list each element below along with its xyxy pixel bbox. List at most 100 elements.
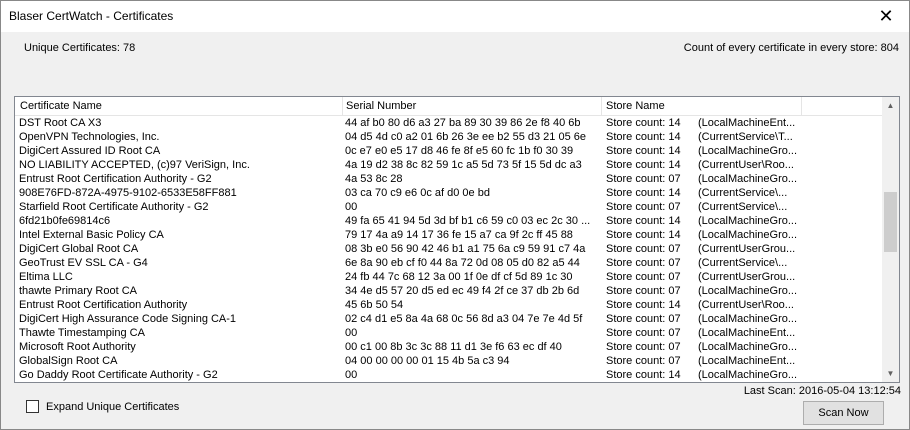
cell-serial-number: 00 <box>345 327 358 339</box>
cell-store-name: (LocalMachineGro... <box>698 215 798 227</box>
column-header-extra[interactable] <box>801 97 882 115</box>
cell-store-name: (CurrentUserGrou... <box>698 271 796 283</box>
cell-certificate-name: Entrust Root Certification Authority - G… <box>19 173 212 185</box>
scroll-down-icon[interactable]: ▼ <box>882 365 899 382</box>
column-header-certificate-name[interactable]: Certificate Name <box>15 97 343 115</box>
expand-unique-checkbox[interactable] <box>26 400 39 413</box>
cell-serial-number: 79 17 4a a9 14 17 36 fe 15 a7 ca 9f 2c f… <box>345 229 573 241</box>
cell-certificate-name: DigiCert High Assurance Code Signing CA-… <box>19 313 237 325</box>
cell-certificate-name: 6fd21b0fe69814c6 <box>19 215 111 227</box>
cell-serial-number: 04 00 00 00 00 01 15 4b 5a c3 94 <box>345 355 510 367</box>
cell-certificate-name: Eltima LLC <box>19 271 73 283</box>
last-scan-status: Last Scan: 2016-05-04 13:12:54 <box>743 385 901 397</box>
cell-serial-number: 00 <box>345 201 358 213</box>
cell-store-name: (CurrentUser\Roo... <box>698 299 794 311</box>
title-bar: Blaser CertWatch - Certificates ✕ <box>1 1 909 32</box>
cell-serial-number: 02 c4 d1 e5 8a 4a 68 0c 56 8d a3 04 7e 7… <box>345 313 583 325</box>
cell-store-count: Store count: 07 <box>606 355 681 367</box>
table-body: DST Root CA X3 44 af b0 80 d6 a3 27 ba 89… <box>15 116 882 382</box>
cell-certificate-name: GeoTrust EV SSL CA - G4 <box>19 257 148 269</box>
cell-store-count: Store count: 07 <box>606 173 681 185</box>
cell-store-name: (LocalMachineEnt... <box>698 327 796 339</box>
close-button[interactable]: ✕ <box>863 1 909 32</box>
cell-serial-number: 6e 8a 90 eb cf f0 44 8a 72 0d 08 05 d0 8… <box>345 257 580 269</box>
cell-store-count: Store count: 07 <box>606 313 681 325</box>
table-row[interactable]: 908E76FD-872A-4975-9102-6533E58FF881 03 c… <box>15 186 882 200</box>
cell-certificate-name: 908E76FD-872A-4975-9102-6533E58FF881 <box>19 187 237 199</box>
cell-store-count: Store count: 14 <box>606 299 681 311</box>
table-row[interactable]: Entrust Root Certification Authority - G… <box>15 172 882 186</box>
main-window: Blaser CertWatch - Certificates ✕ Unique… <box>0 0 910 430</box>
table-row[interactable]: Entrust Root Certification Authority 45 6… <box>15 298 882 312</box>
table-row[interactable]: Intel External Basic Policy CA 79 17 4a a… <box>15 228 882 242</box>
table-row[interactable]: Eltima LLC 24 fb 44 7c 68 12 3a 00 1f 0e … <box>15 270 882 284</box>
cell-serial-number: 00 c1 00 8b 3c 3c 88 11 d1 3e f6 63 ec d… <box>345 341 562 353</box>
table-row[interactable]: Thawte Timestamping CA 00 Store count: 07 (… <box>15 326 882 340</box>
cell-certificate-name: Microsoft Root Authority <box>19 341 136 353</box>
cell-store-name: (LocalMachineGro... <box>698 369 798 381</box>
cell-store-name: (CurrentService\... <box>698 187 788 199</box>
cell-store-name: (CurrentService\T... <box>698 131 793 143</box>
cell-store-name: (LocalMachineGro... <box>698 229 798 241</box>
cell-certificate-name: Entrust Root Certification Authority <box>19 299 188 311</box>
cell-certificate-name: OpenVPN Technologies, Inc. <box>19 131 160 143</box>
cell-certificate-name: NO LIABILITY ACCEPTED, (c)97 VeriSign, I… <box>19 159 250 171</box>
cell-serial-number: 00 <box>345 369 358 381</box>
cell-store-name: (CurrentService\... <box>698 201 788 213</box>
table-row[interactable]: Starfield Root Certificate Authority - G… <box>15 200 882 214</box>
cell-serial-number: 0c e7 e0 e5 17 d8 46 fe 8f e5 60 fc 1b f… <box>345 145 574 157</box>
cell-serial-number: 4a 19 d2 38 8c 82 59 1c a5 5d 73 5f 15 5… <box>345 159 582 171</box>
expand-unique-option[interactable]: Expand Unique Certificates <box>26 400 179 413</box>
cell-store-count: Store count: 07 <box>606 327 681 339</box>
cell-store-name: (LocalMachineEnt... <box>698 117 796 129</box>
cell-certificate-name: Starfield Root Certificate Authority - G… <box>19 201 209 213</box>
cell-serial-number: 03 ca 70 c9 e6 0c af d0 0e bd <box>345 187 490 199</box>
cell-store-count: Store count: 14 <box>606 187 681 199</box>
cell-certificate-name: GlobalSign Root CA <box>19 355 118 367</box>
cell-serial-number: 44 af b0 80 d6 a3 27 ba 89 30 39 86 2e f… <box>345 117 581 129</box>
table-row[interactable]: 6fd21b0fe69814c6 49 fa 65 41 94 5d 3d bf … <box>15 214 882 228</box>
cell-store-count: Store count: 07 <box>606 271 681 283</box>
cell-serial-number: 24 fb 44 7c 68 12 3a 00 1f 0e df cf 5d 8… <box>345 271 573 283</box>
unique-certificates-count: Unique Certificates: 78 <box>24 42 136 54</box>
cell-certificate-name: DigiCert Assured ID Root CA <box>19 145 161 157</box>
table-row[interactable]: GlobalSign Root CA 04 00 00 00 00 01 15 4… <box>15 354 882 368</box>
cell-certificate-name: thawte Primary Root CA <box>19 285 137 297</box>
table-row[interactable]: NO LIABILITY ACCEPTED, (c)97 VeriSign, I… <box>15 158 882 172</box>
cell-store-count: Store count: 07 <box>606 341 681 353</box>
cell-certificate-name: Intel External Basic Policy CA <box>19 229 164 241</box>
table-row[interactable]: DigiCert Global Root CA 08 3b e0 56 90 42… <box>15 242 882 256</box>
cell-store-name: (LocalMachineEnt... <box>698 355 796 367</box>
expand-unique-label[interactable]: Expand Unique Certificates <box>46 401 179 413</box>
cell-serial-number: 34 4e d5 57 20 d5 ed ec 49 f4 2f ce 37 d… <box>345 285 580 297</box>
table-row[interactable]: DigiCert High Assurance Code Signing CA-… <box>15 312 882 326</box>
column-header-store-name[interactable]: Store Name <box>601 97 802 115</box>
vertical-scrollbar[interactable]: ▲ ▼ <box>882 97 899 382</box>
cell-serial-number: 49 fa 65 41 94 5d 3d bf b1 c6 59 c0 03 e… <box>345 215 591 227</box>
cell-serial-number: 08 3b e0 56 90 42 46 b1 a1 75 6a c9 59 9… <box>345 243 586 255</box>
table-row[interactable]: Go Daddy Root Certificate Authority - G2… <box>15 368 882 382</box>
table-row[interactable]: thawte Primary Root CA 34 4e d5 57 20 d5 … <box>15 284 882 298</box>
cell-store-count: Store count: 14 <box>606 215 681 227</box>
column-header-serial-number[interactable]: Serial Number <box>341 97 602 115</box>
cell-store-name: (CurrentUserGrou... <box>698 243 796 255</box>
table-row[interactable]: Microsoft Root Authority 00 c1 00 8b 3c 3… <box>15 340 882 354</box>
cell-store-name: (LocalMachineGro... <box>698 313 798 325</box>
certificates-table[interactable]: Certificate Name Serial Number Store Nam… <box>14 96 900 383</box>
cell-store-name: (CurrentUser\Roo... <box>698 159 794 171</box>
total-certificates-count: Count of every certificate in every stor… <box>683 42 899 54</box>
cell-store-count: Store count: 14 <box>606 145 681 157</box>
cell-store-count: Store count: 07 <box>606 201 681 213</box>
cell-store-name: (CurrentService\... <box>698 257 788 269</box>
cell-store-count: Store count: 14 <box>606 159 681 171</box>
cell-store-name: (LocalMachineGro... <box>698 173 798 185</box>
scroll-up-icon[interactable]: ▲ <box>882 97 899 114</box>
scan-now-button[interactable]: Scan Now <box>803 401 884 425</box>
table-row[interactable]: GeoTrust EV SSL CA - G4 6e 8a 90 eb cf f0… <box>15 256 882 270</box>
table-row[interactable]: DigiCert Assured ID Root CA 0c e7 e0 e5 1… <box>15 144 882 158</box>
cell-certificate-name: DST Root CA X3 <box>19 117 102 129</box>
table-row[interactable]: OpenVPN Technologies, Inc. 04 d5 4d c0 a2… <box>15 130 882 144</box>
scroll-thumb[interactable] <box>884 192 897 252</box>
table-row[interactable]: DST Root CA X3 44 af b0 80 d6 a3 27 ba 89… <box>15 116 882 130</box>
cell-certificate-name: Go Daddy Root Certificate Authority - G2 <box>19 369 218 381</box>
